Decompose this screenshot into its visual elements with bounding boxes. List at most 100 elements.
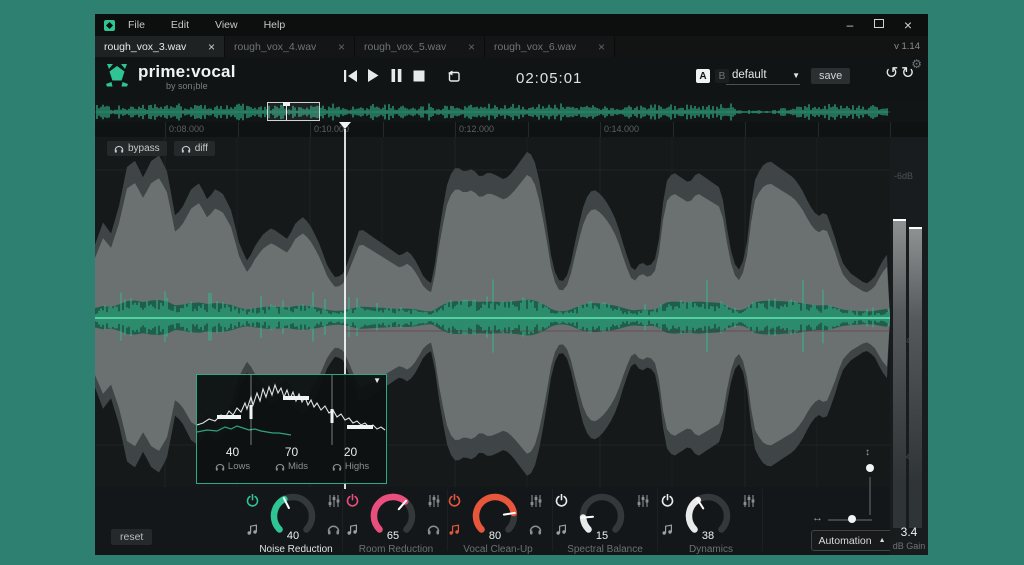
lows-gain-handle[interactable] — [217, 415, 241, 419]
width-slider-handle[interactable] — [848, 515, 856, 523]
menu-file[interactable]: File — [115, 14, 158, 36]
loop-button[interactable] — [447, 69, 461, 82]
knob-group-dynamics: 38Dynamics — [659, 491, 763, 555]
sidechain-notes-icon[interactable] — [555, 523, 568, 535]
knob-value: 65 — [387, 530, 399, 542]
sidechain-notes-icon[interactable] — [346, 523, 359, 535]
tab-rough-vox-3-wav[interactable]: rough_vox_3.wav× — [95, 36, 225, 57]
ruler-label: 0:08.000 — [169, 124, 204, 134]
headphone-icon[interactable] — [215, 462, 225, 471]
vocal-clean-up-knob[interactable]: 80 — [463, 491, 527, 543]
crossover-handle-mid-high[interactable] — [331, 409, 334, 423]
popup-collapse-icon[interactable]: ▼ — [373, 376, 381, 385]
ab-a-button[interactable]: A — [696, 69, 710, 83]
preset-value: default — [726, 69, 767, 81]
room-reduction-knob[interactable]: 65 — [361, 491, 425, 543]
spectral-balance-knob[interactable]: 15 — [570, 491, 634, 543]
vertical-zoom-slider[interactable]: ↕ — [861, 447, 879, 517]
skip-back-button[interactable] — [343, 69, 357, 82]
undo-icon[interactable]: ↺ — [885, 65, 898, 83]
menu-view[interactable]: View — [202, 14, 251, 36]
dynamics-knob[interactable]: 38 — [676, 491, 740, 543]
tab-close-icon[interactable]: × — [208, 41, 215, 53]
play-button[interactable] — [366, 69, 380, 82]
time-ruler[interactable]: 0:08.0000:10.0000:12.0000:14.000 — [95, 122, 928, 137]
mids-gain-handle[interactable] — [283, 396, 309, 400]
headphone-icon[interactable] — [332, 462, 342, 471]
maximize-button[interactable] — [869, 14, 889, 36]
advanced-settings-icon[interactable] — [427, 494, 441, 508]
sidechain-notes-icon[interactable] — [448, 523, 461, 535]
waveform-overview[interactable] — [95, 102, 928, 122]
bypass-button[interactable]: bypass — [107, 141, 167, 156]
gain-value: 3.4 — [890, 525, 928, 539]
power-icon[interactable] — [555, 494, 568, 507]
automation-button[interactable]: Automation▲ — [811, 530, 893, 551]
parameter-panel: reset 40Noise Reduction65Room Reduction8… — [95, 487, 890, 555]
knob-group-vocal-clean-up: 80Vocal Clean-Up — [446, 491, 550, 555]
advanced-settings-icon[interactable] — [529, 494, 543, 508]
version-label: v 1.14 — [894, 36, 920, 57]
window-controls: – × — [840, 14, 918, 36]
tab-close-icon[interactable]: × — [468, 41, 475, 53]
vertical-zoom-handle[interactable] — [866, 464, 874, 472]
noise-reduction-knob[interactable]: 40 — [261, 491, 325, 543]
power-icon[interactable] — [346, 494, 359, 507]
transport-controls — [343, 69, 461, 82]
gain-label: dB Gain — [890, 541, 928, 551]
solo-headphone-icon[interactable] — [427, 523, 440, 535]
pause-button[interactable] — [389, 69, 403, 82]
sidechain-notes-icon[interactable] — [246, 523, 259, 535]
band-lows: 40 Lows — [203, 445, 262, 472]
stop-button[interactable] — [412, 69, 426, 82]
solo-headphone-icon[interactable] — [327, 523, 340, 535]
advanced-settings-icon[interactable] — [742, 494, 756, 508]
highs-gain-handle[interactable] — [347, 425, 373, 429]
knob-value: 40 — [287, 530, 299, 542]
band-label: Mids — [262, 461, 321, 472]
power-icon[interactable] — [246, 494, 259, 507]
ruler-label: 0:12.000 — [459, 124, 494, 134]
advanced-settings-icon[interactable] — [636, 494, 650, 508]
tab-rough-vox-5-wav[interactable]: rough_vox_5.wav× — [355, 36, 485, 57]
reset-button[interactable]: reset — [111, 529, 152, 545]
sidechain-notes-icon[interactable] — [661, 523, 674, 535]
chevron-down-icon: ▼ — [792, 71, 800, 80]
menu-edit[interactable]: Edit — [158, 14, 202, 36]
advanced-settings-icon[interactable] — [327, 494, 341, 508]
close-button[interactable]: × — [898, 14, 918, 36]
overview-selection-box[interactable] — [267, 102, 320, 121]
diff-button[interactable]: diff — [174, 141, 215, 156]
power-icon[interactable] — [448, 494, 461, 507]
tab-rough-vox-4-wav[interactable]: rough_vox_4.wav× — [225, 36, 355, 57]
gear-icon[interactable]: ⚙ — [911, 57, 922, 71]
tab-bar: rough_vox_3.wav×rough_vox_4.wav×rough_vo… — [95, 36, 928, 57]
plugin-window: FileEditViewHelp – × rough_vox_3.wav×rou… — [95, 14, 928, 555]
knob-group-room-reduction: 65Room Reduction — [344, 491, 448, 555]
band-label: Highs — [321, 461, 380, 472]
tab-rough-vox-6-wav[interactable]: rough_vox_6.wav× — [485, 36, 615, 57]
minimize-button[interactable]: – — [840, 14, 860, 36]
tab-close-icon[interactable]: × — [338, 41, 345, 53]
playhead-handle[interactable] — [339, 122, 351, 129]
crossover-handle-low-mid[interactable] — [250, 405, 253, 419]
titlebar: FileEditViewHelp – × — [95, 14, 928, 36]
band-label: Lows — [203, 461, 262, 472]
band-value: 70 — [262, 445, 321, 459]
headphone-icon[interactable] — [275, 462, 285, 471]
db-scale-label: -6dB — [894, 171, 913, 181]
app-icon — [104, 20, 115, 31]
save-button[interactable]: save — [811, 68, 850, 84]
spectrum-curve[interactable] — [197, 375, 386, 445]
level-meter-left — [893, 219, 906, 528]
solo-headphone-icon[interactable] — [529, 523, 542, 535]
preset-dropdown[interactable]: default ▼ — [726, 69, 800, 85]
band-value: 40 — [203, 445, 262, 459]
menubar: FileEditViewHelp — [115, 14, 298, 36]
primevocal-logo-icon — [103, 62, 131, 89]
knob-label: Spectral Balance — [553, 544, 657, 555]
menu-help[interactable]: Help — [251, 14, 299, 36]
power-icon[interactable] — [661, 494, 674, 507]
tab-close-icon[interactable]: × — [598, 41, 605, 53]
knob-label: Dynamics — [659, 544, 763, 555]
